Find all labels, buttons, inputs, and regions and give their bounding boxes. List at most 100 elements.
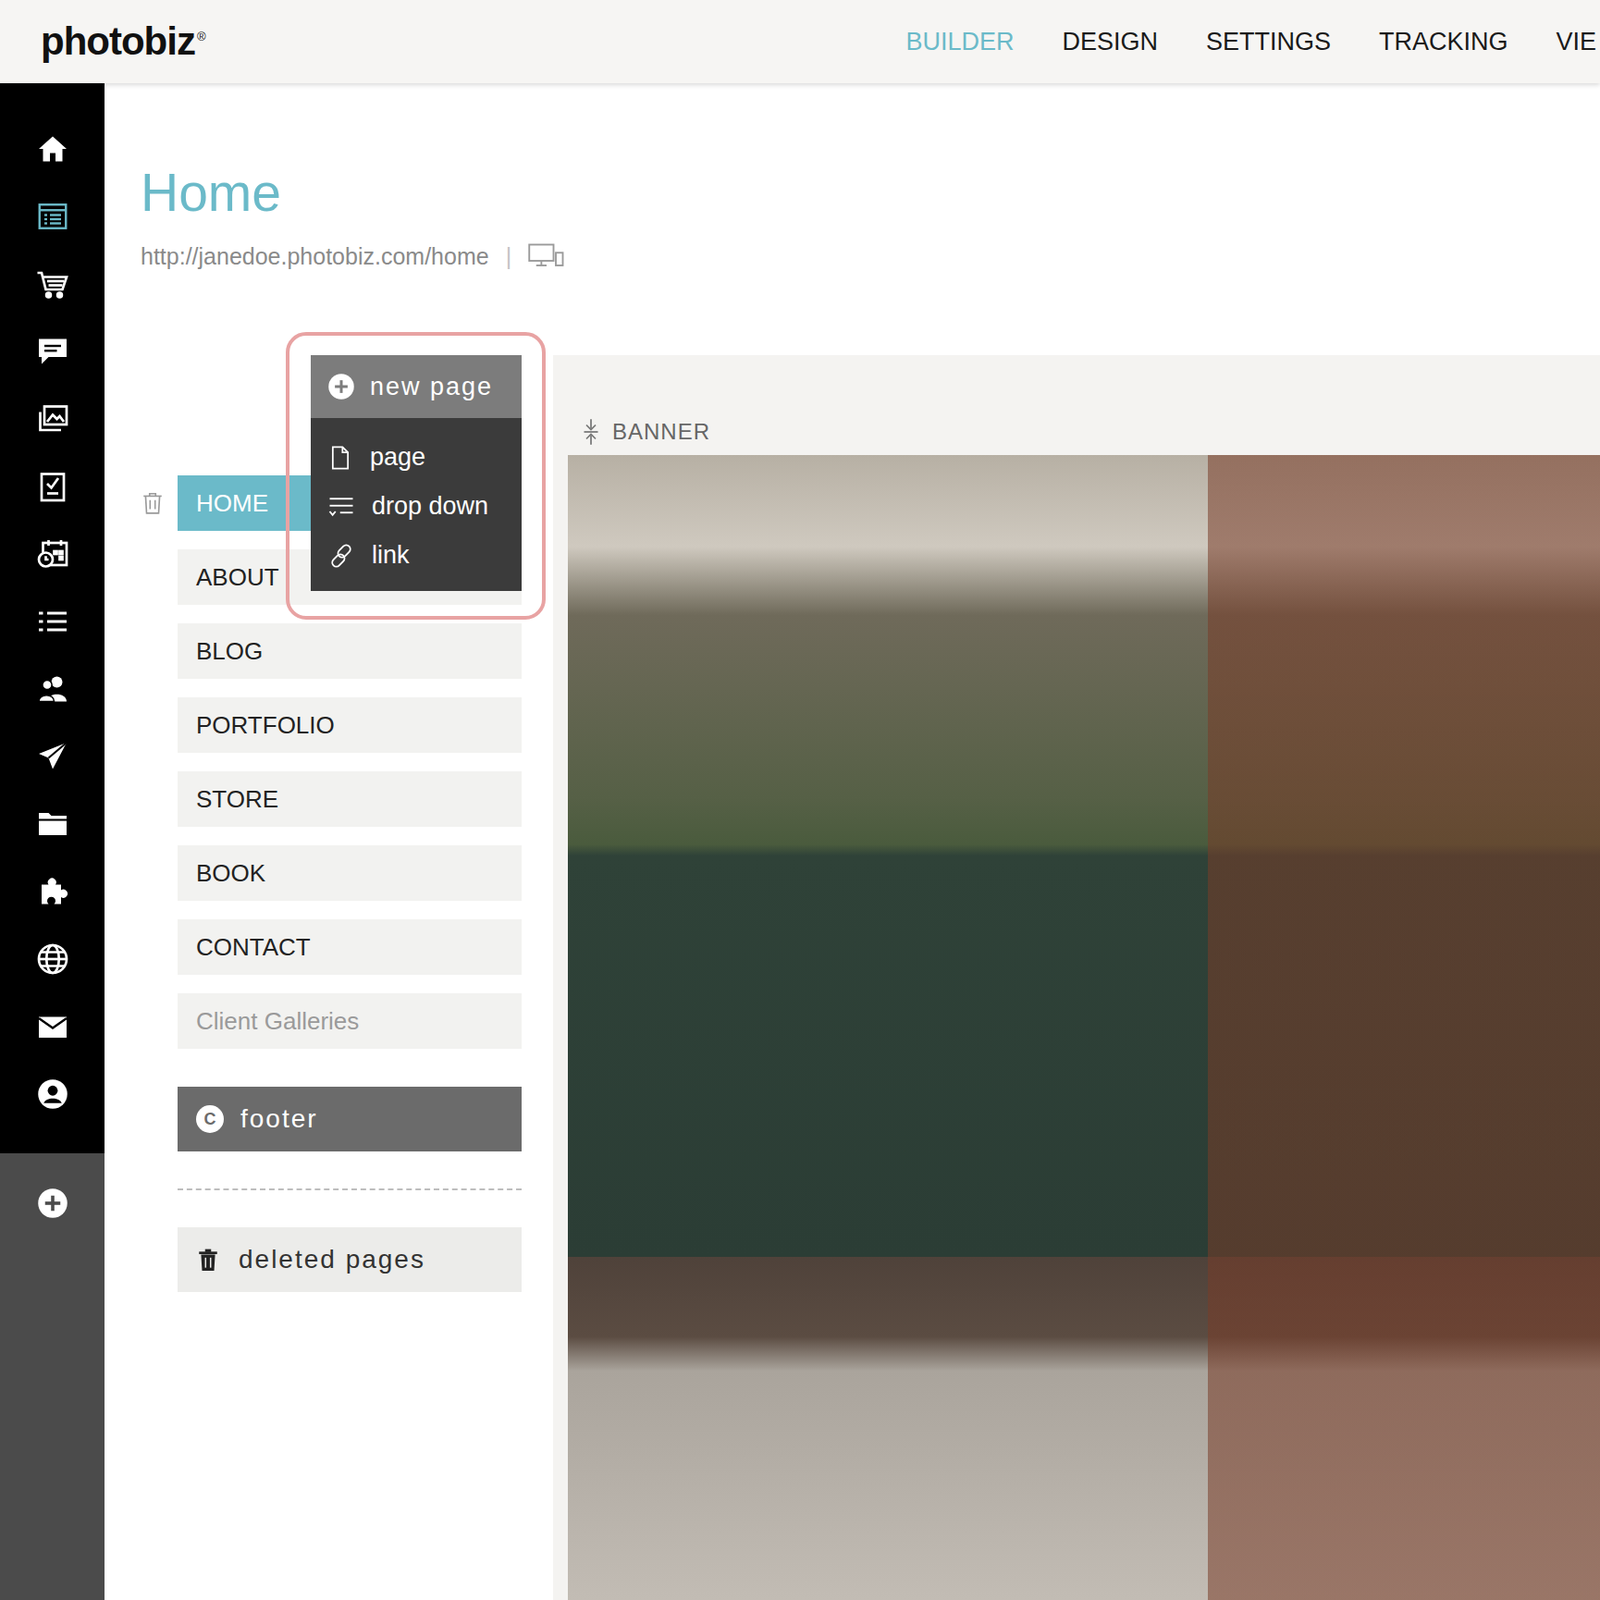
menu-item-label: drop down bbox=[371, 492, 489, 521]
top-bar: photobiz® BUILDER DESIGN SETTINGS TRACKING VI… bbox=[0, 0, 1600, 84]
deleted-pages[interactable]: deleted pages bbox=[177, 1227, 522, 1293]
page-item[interactable]: STORE bbox=[177, 771, 522, 827]
page-item[interactable]: BLOG bbox=[177, 623, 522, 679]
sidebar-item[interactable] bbox=[0, 857, 105, 925]
menu-title: new page bbox=[369, 372, 493, 402]
collapse-icon bbox=[580, 418, 602, 446]
deleted-label: deleted pages bbox=[238, 1244, 426, 1275]
images-icon bbox=[36, 402, 70, 436]
sidebar-item[interactable] bbox=[0, 992, 105, 1060]
menu-item-label: link bbox=[371, 541, 410, 570]
dropdown-icon bbox=[327, 492, 356, 521]
trash-slot bbox=[140, 1007, 165, 1035]
logo-mark: ® bbox=[196, 29, 206, 44]
page-item[interactable]: CONTACT bbox=[177, 919, 522, 975]
menu-items: page drop down link bbox=[310, 418, 522, 591]
trash-icon[interactable] bbox=[140, 490, 165, 517]
cart-icon bbox=[36, 267, 70, 301]
separator: | bbox=[505, 243, 513, 271]
sidebar-item[interactable] bbox=[0, 1059, 105, 1128]
sidebar-item[interactable] bbox=[0, 587, 105, 655]
sidebar bbox=[0, 83, 105, 1600]
menu-item[interactable]: page bbox=[310, 432, 522, 482]
sidebar-item[interactable] bbox=[0, 722, 105, 790]
url-row: http://janedoe.photobiz.com/home | bbox=[140, 242, 1600, 271]
checklist-icon bbox=[36, 469, 70, 504]
nav-item[interactable]: DESIGN bbox=[1061, 27, 1158, 57]
plus-circle-icon bbox=[327, 372, 356, 401]
sidebar-item[interactable] bbox=[0, 654, 105, 723]
page-item[interactable]: PORTFOLIO bbox=[177, 697, 522, 753]
sidebar-item[interactable] bbox=[0, 317, 105, 385]
sidebar-item[interactable] bbox=[0, 182, 105, 250]
page-title: Home bbox=[140, 162, 1600, 222]
trash-slot bbox=[140, 637, 165, 665]
logo-text: photobiz bbox=[40, 19, 196, 63]
link-icon bbox=[327, 541, 356, 570]
puzzle-icon bbox=[36, 874, 70, 909]
page-item[interactable]: Client Galleries bbox=[177, 993, 522, 1049]
sidebar-item[interactable] bbox=[0, 114, 105, 183]
chat-icon bbox=[36, 334, 70, 369]
plane-icon bbox=[36, 739, 70, 774]
new-page-menu: new page page drop down link bbox=[310, 355, 522, 591]
page-row: Client Galleries bbox=[140, 993, 522, 1049]
new-page-button[interactable]: new page bbox=[310, 355, 522, 419]
sidebar-item[interactable] bbox=[0, 789, 105, 858]
calendar-icon bbox=[36, 537, 70, 571]
footer-label: footer bbox=[240, 1104, 319, 1134]
sidebar-item[interactable] bbox=[0, 249, 105, 318]
builder-main: Home http://janedoe.photobiz.com/home | new… bbox=[104, 83, 1600, 1600]
menu-item[interactable]: link bbox=[310, 530, 522, 580]
trash-slot bbox=[140, 933, 165, 961]
divider bbox=[177, 1188, 522, 1191]
sidebar-item[interactable] bbox=[0, 452, 105, 520]
work-area: new pagepagedrop downlinkHOMEABOUTBLOGPO… bbox=[140, 355, 1600, 1600]
top-nav: BUILDER DESIGN SETTINGS TRACKING VIE bbox=[905, 27, 1600, 57]
people-icon bbox=[36, 672, 70, 706]
devices-icon[interactable] bbox=[528, 242, 566, 271]
sidebar-item[interactable] bbox=[0, 924, 105, 993]
pages-panel: new pagepagedrop downlinkHOMEABOUTBLOGPO… bbox=[140, 355, 522, 1600]
page-preview: BANNER bbox=[553, 355, 1600, 1600]
workspace: Home http://janedoe.photobiz.com/home | new… bbox=[0, 83, 1600, 1600]
page-item[interactable]: BOOK bbox=[177, 845, 522, 901]
page-icon bbox=[327, 443, 354, 472]
nav-item[interactable]: BUILDER bbox=[905, 27, 1014, 57]
nav-item[interactable]: SETTINGS bbox=[1206, 27, 1331, 57]
trash-slot bbox=[140, 711, 165, 739]
builder-app: photobiz® BUILDER DESIGN SETTINGS TRACKING VI… bbox=[0, 0, 1600, 1600]
footer-item[interactable]: Cfooter bbox=[177, 1086, 522, 1152]
nav-item[interactable]: TRACKING bbox=[1378, 27, 1509, 57]
menu-item-label: page bbox=[369, 443, 426, 472]
trash-slot bbox=[140, 489, 165, 517]
logo[interactable]: photobiz® bbox=[40, 19, 206, 64]
user-icon bbox=[36, 1077, 70, 1111]
banner-photo[interactable] bbox=[567, 455, 1600, 1600]
nav-item[interactable]: VIE bbox=[1555, 27, 1597, 57]
globe-icon bbox=[36, 942, 70, 976]
section-name: BANNER bbox=[612, 418, 711, 445]
home-icon bbox=[36, 132, 70, 166]
builder-icon bbox=[36, 199, 70, 234]
list-icon bbox=[36, 604, 70, 639]
trash-slot bbox=[140, 563, 165, 591]
page-row: PORTFOLIO bbox=[140, 697, 522, 753]
mail-icon bbox=[36, 1009, 70, 1044]
sidebar-item[interactable] bbox=[0, 384, 105, 453]
page-row: STORE bbox=[140, 771, 522, 827]
folder-icon bbox=[36, 807, 70, 841]
add-icon[interactable] bbox=[36, 1186, 70, 1220]
section-label[interactable]: BANNER bbox=[567, 418, 1600, 446]
page-row: BOOK bbox=[140, 845, 522, 901]
page-row: BLOG bbox=[140, 623, 522, 679]
copyright-icon: C bbox=[196, 1105, 224, 1133]
menu-item[interactable]: drop down bbox=[310, 481, 522, 531]
page-row: CONTACT bbox=[140, 919, 522, 975]
sidebar-bottom bbox=[0, 1153, 105, 1600]
trash-icon bbox=[196, 1245, 221, 1274]
sidebar-item[interactable] bbox=[0, 519, 105, 588]
sidebar-icons bbox=[0, 83, 105, 1154]
trash-slot bbox=[140, 785, 165, 813]
page-url[interactable]: http://janedoe.photobiz.com/home bbox=[140, 243, 490, 271]
